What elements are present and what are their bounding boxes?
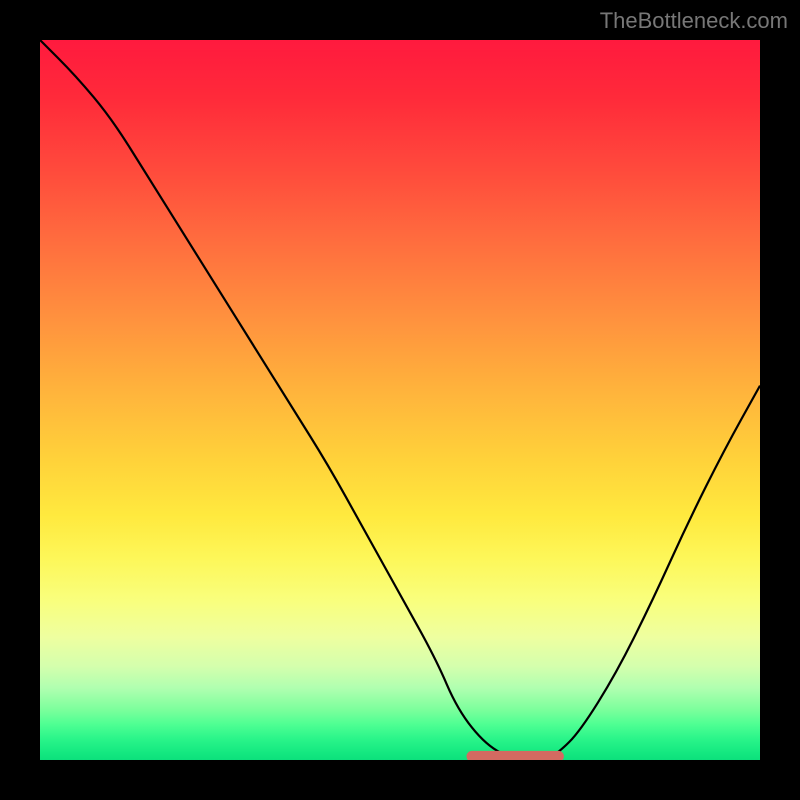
plot-area (40, 40, 760, 760)
curve-overlay (40, 40, 760, 760)
bottleneck-curve (40, 40, 760, 760)
chart-container: TheBottleneck.com (0, 0, 800, 800)
watermark-text: TheBottleneck.com (600, 8, 788, 34)
